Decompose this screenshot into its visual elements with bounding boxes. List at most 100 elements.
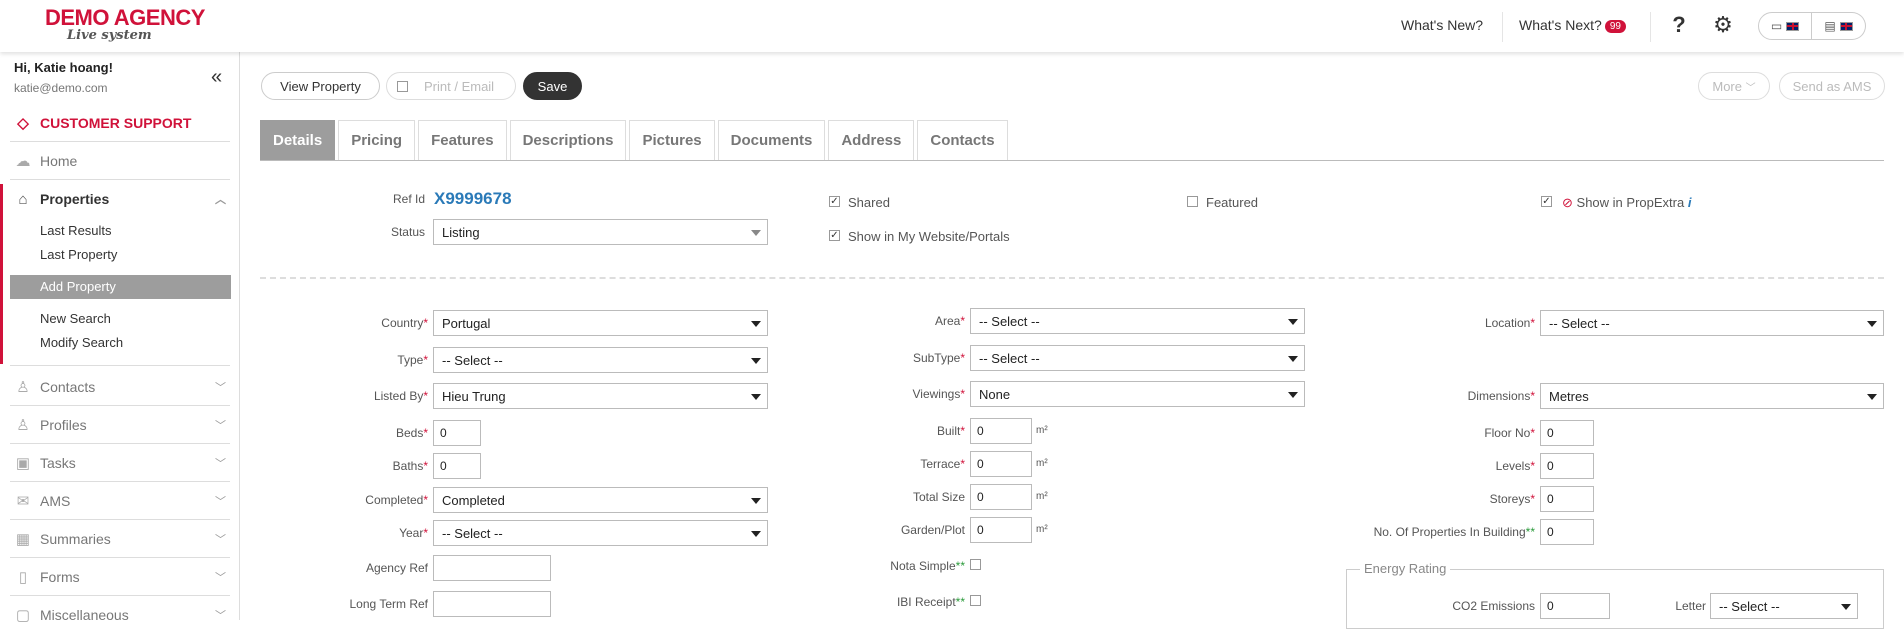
divider [10,405,230,406]
terrace-input[interactable]: 0 [970,451,1032,477]
gear-icon[interactable]: ⚙ [1711,13,1735,37]
label-text: SubType [912,351,961,365]
floor-no-input[interactable]: 0 [1540,420,1594,446]
chevron-down-icon: ﹀ [215,382,226,394]
sidebar: Hi, Katie hoang! katie@demo.com « ◇ CUSTO… [0,52,240,624]
dropdown-arrow-icon [751,321,761,327]
whats-next-badge: 99 [1604,20,1626,33]
question-icon[interactable]: ? [1667,13,1691,37]
comment-icon: ▤ [1824,19,1836,33]
beds-label: Beds* [395,426,428,440]
garden-plot-input[interactable]: 0 [970,517,1032,543]
sidebar-item-label: AMS [40,493,71,509]
subtype-value: -- Select -- [979,350,1040,366]
more-button[interactable]: More ﹀ [1698,72,1770,100]
tab-features[interactable]: Features [418,120,507,160]
sidebar-sub-new-search[interactable]: New Search [40,311,111,326]
tab-pricing[interactable]: Pricing [338,120,416,160]
subtype-select[interactable]: -- Select -- [970,345,1305,371]
long-term-ref-input[interactable] [433,591,551,617]
info-icon[interactable]: i [1688,195,1692,210]
completed-select[interactable]: Completed [433,487,768,513]
ibi-receipt-checkbox[interactable] [970,595,981,606]
show-website-checkbox[interactable]: ✓ [829,230,840,241]
tab-pictures[interactable]: Pictures [629,120,715,160]
shared-checkbox[interactable]: ✓ [829,196,840,207]
agency-logo[interactable]: DEMO AGENCY Live system [45,7,205,47]
tab-descriptions[interactable]: Descriptions [509,120,627,160]
customer-support-link[interactable]: ◇ CUSTOMER SUPPORT [0,105,240,141]
sidebar-sub-modify-search[interactable]: Modify Search [40,335,123,350]
chat-language-toggle[interactable]: ▤ [1812,12,1866,40]
status-select[interactable]: Listing [433,219,768,245]
dimensions-select[interactable]: Metres [1540,383,1884,409]
chevron-down-icon: ﹀ [215,572,226,584]
letter-value: -- Select -- [1719,598,1780,614]
ref-id-label: Ref Id [392,192,425,206]
sidebar-item-summaries[interactable]: ▦ Summaries ﹀ [0,521,240,557]
sidebar-item-contacts[interactable]: ♙ Contacts ﹀ [0,369,240,405]
country-label: Country* [381,316,428,330]
co2-emissions-input[interactable]: 0 [1540,593,1610,619]
no-of-properties-input[interactable]: 0 [1540,519,1594,545]
chevron-down-icon: ﹀ [215,458,226,470]
agency-ref-input[interactable] [433,555,551,581]
divider [10,179,230,180]
total-size-input[interactable]: 0 [970,484,1032,510]
featured-checkbox[interactable] [1187,196,1198,207]
tab-address[interactable]: Address [828,120,915,160]
built-input[interactable]: 0 [970,418,1032,444]
sidebar-sub-add-property[interactable]: Add Property [10,275,231,299]
viewings-value: None [979,386,1011,402]
sidebar-item-ams[interactable]: ✉ AMS ﹀ [0,483,240,519]
beds-input[interactable]: 0 [433,420,481,446]
sidebar-item-profiles[interactable]: ♙ Profiles ﹀ [0,407,240,443]
storeys-input[interactable]: 0 [1540,486,1594,512]
chart-icon: ▦ [15,531,31,548]
view-property-button[interactable]: View Property [261,72,380,100]
divider [10,557,230,558]
more-label: More [1712,78,1742,94]
location-select[interactable]: -- Select -- [1540,310,1884,336]
levels-input[interactable]: 0 [1540,453,1594,479]
sidebar-sub-last-property[interactable]: Last Property [40,247,117,262]
viewings-select[interactable]: None [970,381,1305,407]
area-select[interactable]: -- Select -- [970,308,1305,334]
print-email-button[interactable]: Print / Email [386,72,516,100]
tab-details[interactable]: Details [260,120,336,160]
year-select[interactable]: -- Select -- [433,520,768,546]
sidebar-item-forms[interactable]: ▯ Forms ﹀ [0,559,240,595]
sidebar-item-tasks[interactable]: ▣ Tasks ﹀ [0,445,240,481]
label-text: Terrace [920,457,961,471]
document-icon: ▯ [18,569,28,586]
baths-label: Baths* [392,459,428,473]
whats-new-link[interactable]: What's New? [1401,17,1483,33]
completed-label: Completed* [365,493,428,507]
area-label: Area* [934,314,965,328]
type-select[interactable]: -- Select -- [433,347,768,373]
featured-label: Featured [1206,195,1259,210]
save-button[interactable]: Save [523,72,582,100]
sidebar-item-home[interactable]: ☁ Home [0,143,240,179]
uk-flag-icon [1839,21,1853,31]
nota-simple-checkbox[interactable] [970,559,981,570]
desktop-language-toggle[interactable]: ▭ [1758,12,1812,40]
chevron-down-icon: ﹀ [215,496,226,508]
dropdown-arrow-icon [751,358,761,364]
sidebar-item-miscellaneous[interactable]: ▢ Miscellaneous ﹀ [0,597,240,633]
sidebar-item-properties[interactable]: ⌂ Properties ︿ [0,181,240,217]
label-text: Listed By [373,389,424,403]
print-checkbox[interactable] [397,80,408,92]
baths-input[interactable]: 0 [433,453,481,479]
label-text: Year [399,526,424,540]
show-propextra-checkbox[interactable]: ✓ [1541,196,1552,207]
country-select[interactable]: Portugal [433,310,768,336]
send-as-ams-button[interactable]: Send as AMS [1779,72,1885,100]
tab-documents[interactable]: Documents [717,120,826,160]
sidebar-sub-last-results[interactable]: Last Results [40,223,112,238]
collapse-sidebar-icon[interactable]: « [211,66,222,89]
whats-next-link[interactable]: What's Next? 99 [1519,17,1626,33]
listed-by-select[interactable]: Hieu Trung [433,383,768,409]
tab-contacts[interactable]: Contacts [917,120,1008,160]
letter-select[interactable]: -- Select -- [1710,593,1858,619]
